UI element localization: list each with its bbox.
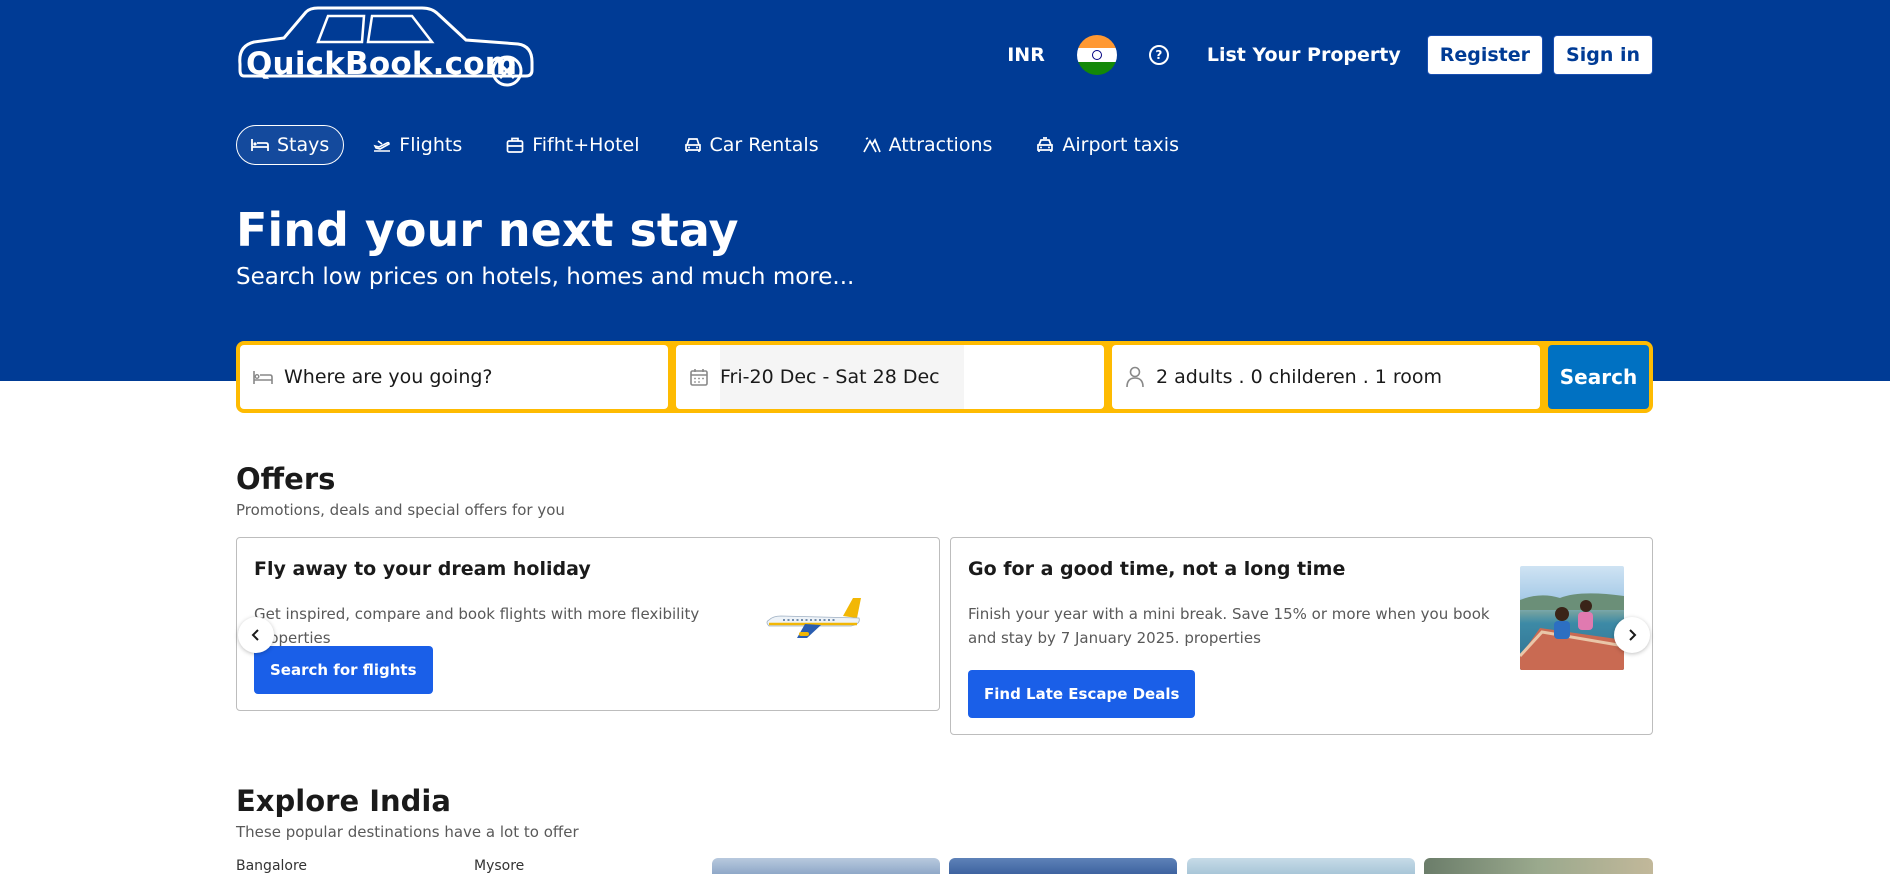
search-bar: Where are you going? Fri-20 Dec - Sat 28… [236, 341, 1653, 413]
car-icon [684, 136, 702, 154]
tab-airport-taxis[interactable]: Airport taxis [1021, 125, 1194, 165]
logo-text: QuickBook.com [246, 46, 518, 82]
broken-image-alt: Mysore [474, 858, 525, 874]
destination-input[interactable]: Where are you going? [284, 366, 493, 388]
destination-bangalore[interactable]: Bangalore [236, 858, 464, 874]
tab-attractions[interactable]: Attractions [848, 125, 1008, 165]
destination-mysore[interactable]: Mysore [474, 858, 702, 874]
register-button[interactable]: Register [1426, 35, 1544, 75]
guests-field[interactable]: 2 adults . 0 childeren . 1 room [1112, 345, 1540, 409]
tab-label: Airport taxis [1062, 134, 1179, 156]
destination-field[interactable]: Where are you going? [240, 345, 668, 409]
offer-card-title: Go for a good time, not a long time [968, 558, 1346, 580]
tab-flights[interactable]: Flights [358, 125, 477, 165]
suitcase-icon [506, 136, 524, 154]
broken-image-alt: Bangalore [236, 858, 308, 874]
chevron-right-icon [1629, 629, 1637, 641]
offers-subtitle: Promotions, deals and special offers for… [236, 501, 565, 519]
search-button[interactable]: Search [1548, 345, 1649, 409]
explore-subtitle: These popular destinations have a lot to… [236, 823, 579, 841]
tab-label: Fifht+Hotel [532, 134, 640, 156]
hero-subtitle: Search low prices on hotels, homes and m… [236, 264, 855, 290]
calendar-icon [688, 366, 710, 388]
search-flights-button[interactable]: Search for flights [254, 646, 433, 694]
dates-field[interactable]: Fri-20 Dec - Sat 28 Dec [676, 345, 1104, 409]
explore-title: Explore India [236, 784, 451, 818]
plane-icon [373, 136, 391, 154]
offer-card-text: Finish your year with a mini break. Save… [968, 605, 1490, 647]
guests-value[interactable]: 2 adults . 0 childeren . 1 room [1156, 366, 1442, 388]
destination-image[interactable] [1424, 858, 1653, 874]
tab-car-rentals[interactable]: Car Rentals [669, 125, 834, 165]
offer-card-title: Fly away to your dream holiday [254, 558, 591, 580]
bed-icon [252, 366, 274, 388]
destination-image[interactable] [1187, 858, 1415, 874]
close-circle-icon [491, 55, 523, 87]
destination-image[interactable] [712, 858, 940, 874]
hero-title: Find your next stay [236, 203, 739, 257]
carousel-prev-button[interactable] [238, 617, 274, 653]
question-circle-icon[interactable]: ? [1148, 45, 1169, 65]
find-late-escape-deals-button[interactable]: Find Late Escape Deals [968, 670, 1196, 718]
tab-label: Flights [399, 134, 463, 156]
top-nav: INR ? List Your Property Register Sign i… [1007, 35, 1653, 75]
dates-value[interactable]: Fri-20 Dec - Sat 28 Dec [720, 345, 964, 409]
sign-in-button[interactable]: Sign in [1553, 35, 1653, 75]
offer-card-text: Get inspired, compare and book flights w… [254, 605, 700, 647]
offers-title: Offers [236, 462, 336, 496]
india-flag-icon[interactable] [1076, 35, 1117, 75]
tab-label: Stays [277, 134, 330, 156]
destinations-row: Bangalore Mysore [236, 858, 1653, 874]
destination-image[interactable] [949, 858, 1177, 874]
list-property-link[interactable]: List Your Property [1207, 44, 1401, 66]
bed-icon [251, 136, 269, 154]
logo[interactable]: QuickBook.com [236, 6, 534, 92]
family-boat-photo [1520, 566, 1624, 670]
airplane-illustration [766, 598, 861, 638]
chevron-left-icon [251, 629, 259, 641]
person-icon [1124, 366, 1146, 388]
tab-label: Attractions [888, 134, 993, 156]
carousel-next-button[interactable] [1614, 617, 1650, 653]
attractions-icon [862, 136, 881, 154]
taxi-icon [1036, 136, 1054, 154]
product-tabs: Stays Flights Fifht+Hotel Car Rentals At… [236, 125, 1208, 165]
tab-flight-hotel[interactable]: Fifht+Hotel [491, 125, 654, 165]
tab-label: Car Rentals [709, 134, 819, 156]
tab-stays[interactable]: Stays [236, 125, 345, 165]
offer-card-flights: Fly away to your dream holiday Get inspi… [236, 537, 940, 711]
currency-selector[interactable]: INR [1007, 44, 1045, 66]
offer-card-late-escape: Go for a good time, not a long time Fini… [950, 537, 1653, 735]
